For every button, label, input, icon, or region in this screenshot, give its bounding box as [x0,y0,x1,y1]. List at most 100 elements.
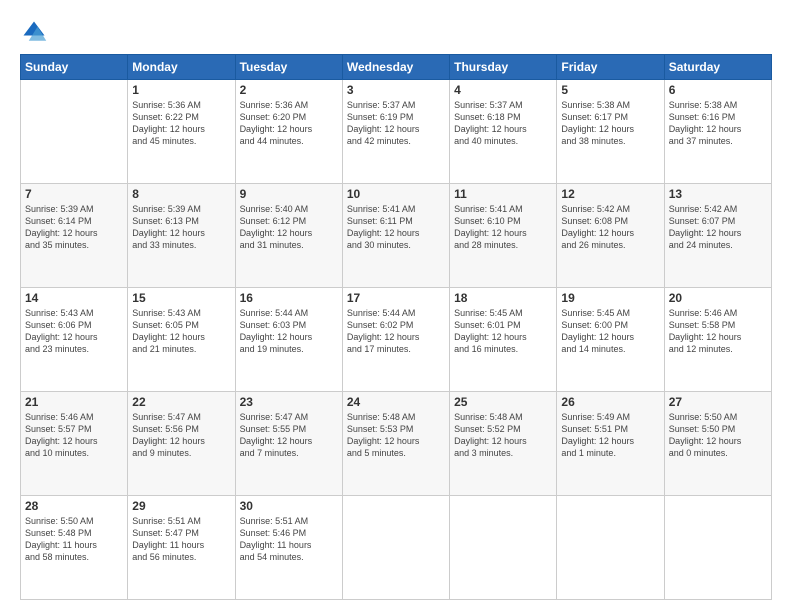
day-number: 18 [454,291,552,305]
calendar-cell: 22 Sunrise: 5:47 AM Sunset: 5:56 PM Dayli… [128,392,235,496]
day-number: 1 [132,83,230,97]
day-info: Sunrise: 5:42 AM Sunset: 6:08 PM Dayligh… [561,203,659,252]
header [20,18,772,46]
day-info: Sunrise: 5:51 AM Sunset: 5:46 PM Dayligh… [240,515,338,564]
weekday-header-tuesday: Tuesday [235,55,342,80]
weekday-header-thursday: Thursday [450,55,557,80]
day-info: Sunrise: 5:46 AM Sunset: 5:58 PM Dayligh… [669,307,767,356]
calendar-cell: 19 Sunrise: 5:45 AM Sunset: 6:00 PM Dayli… [557,288,664,392]
day-info: Sunrise: 5:44 AM Sunset: 6:03 PM Dayligh… [240,307,338,356]
day-number: 11 [454,187,552,201]
calendar-cell: 30 Sunrise: 5:51 AM Sunset: 5:46 PM Dayli… [235,496,342,600]
day-number: 13 [669,187,767,201]
day-number: 4 [454,83,552,97]
calendar-week-row: 7 Sunrise: 5:39 AM Sunset: 6:14 PM Daylig… [21,184,772,288]
calendar-cell: 23 Sunrise: 5:47 AM Sunset: 5:55 PM Dayli… [235,392,342,496]
day-number: 28 [25,499,123,513]
calendar-cell [450,496,557,600]
calendar-cell [664,496,771,600]
day-number: 22 [132,395,230,409]
day-info: Sunrise: 5:48 AM Sunset: 5:53 PM Dayligh… [347,411,445,460]
weekday-header-friday: Friday [557,55,664,80]
day-number: 29 [132,499,230,513]
day-number: 20 [669,291,767,305]
calendar-cell: 18 Sunrise: 5:45 AM Sunset: 6:01 PM Dayli… [450,288,557,392]
day-info: Sunrise: 5:47 AM Sunset: 5:56 PM Dayligh… [132,411,230,460]
day-number: 10 [347,187,445,201]
day-info: Sunrise: 5:44 AM Sunset: 6:02 PM Dayligh… [347,307,445,356]
calendar-cell: 17 Sunrise: 5:44 AM Sunset: 6:02 PM Dayli… [342,288,449,392]
day-info: Sunrise: 5:45 AM Sunset: 6:00 PM Dayligh… [561,307,659,356]
day-info: Sunrise: 5:51 AM Sunset: 5:47 PM Dayligh… [132,515,230,564]
day-info: Sunrise: 5:36 AM Sunset: 6:20 PM Dayligh… [240,99,338,148]
calendar-cell [557,496,664,600]
calendar-cell: 9 Sunrise: 5:40 AM Sunset: 6:12 PM Daylig… [235,184,342,288]
calendar-cell: 1 Sunrise: 5:36 AM Sunset: 6:22 PM Daylig… [128,80,235,184]
day-number: 19 [561,291,659,305]
day-info: Sunrise: 5:46 AM Sunset: 5:57 PM Dayligh… [25,411,123,460]
calendar-cell: 27 Sunrise: 5:50 AM Sunset: 5:50 PM Dayli… [664,392,771,496]
calendar-cell: 11 Sunrise: 5:41 AM Sunset: 6:10 PM Dayli… [450,184,557,288]
day-info: Sunrise: 5:41 AM Sunset: 6:10 PM Dayligh… [454,203,552,252]
calendar-cell: 26Sunrise: 5:49 AM Sunset: 5:51 PM Dayli… [557,392,664,496]
calendar-cell: 6Sunrise: 5:38 AM Sunset: 6:16 PM Daylig… [664,80,771,184]
logo-icon [20,18,48,46]
calendar-cell: 7 Sunrise: 5:39 AM Sunset: 6:14 PM Daylig… [21,184,128,288]
day-info: Sunrise: 5:39 AM Sunset: 6:14 PM Dayligh… [25,203,123,252]
calendar-cell: 3Sunrise: 5:37 AM Sunset: 6:19 PM Daylig… [342,80,449,184]
weekday-header-monday: Monday [128,55,235,80]
day-info: Sunrise: 5:38 AM Sunset: 6:17 PM Dayligh… [561,99,659,148]
calendar-cell [21,80,128,184]
day-number: 26 [561,395,659,409]
calendar-week-row: 14 Sunrise: 5:43 AM Sunset: 6:06 PM Dayli… [21,288,772,392]
calendar-cell: 2 Sunrise: 5:36 AM Sunset: 6:20 PM Daylig… [235,80,342,184]
day-number: 14 [25,291,123,305]
calendar-table: SundayMondayTuesdayWednesdayThursdayFrid… [20,54,772,600]
day-info: Sunrise: 5:50 AM Sunset: 5:50 PM Dayligh… [669,411,767,460]
calendar-cell: 15Sunrise: 5:43 AM Sunset: 6:05 PM Dayli… [128,288,235,392]
day-info: Sunrise: 5:50 AM Sunset: 5:48 PM Dayligh… [25,515,123,564]
day-info: Sunrise: 5:41 AM Sunset: 6:11 PM Dayligh… [347,203,445,252]
day-info: Sunrise: 5:38 AM Sunset: 6:16 PM Dayligh… [669,99,767,148]
weekday-header-saturday: Saturday [664,55,771,80]
day-info: Sunrise: 5:42 AM Sunset: 6:07 PM Dayligh… [669,203,767,252]
day-number: 2 [240,83,338,97]
calendar-cell: 16 Sunrise: 5:44 AM Sunset: 6:03 PM Dayli… [235,288,342,392]
day-number: 9 [240,187,338,201]
calendar-cell: 4 Sunrise: 5:37 AM Sunset: 6:18 PM Daylig… [450,80,557,184]
day-number: 21 [25,395,123,409]
calendar-cell: 8 Sunrise: 5:39 AM Sunset: 6:13 PM Daylig… [128,184,235,288]
calendar-cell: 13 Sunrise: 5:42 AM Sunset: 6:07 PM Dayli… [664,184,771,288]
calendar-cell: 28 Sunrise: 5:50 AM Sunset: 5:48 PM Dayli… [21,496,128,600]
calendar-cell: 21 Sunrise: 5:46 AM Sunset: 5:57 PM Dayli… [21,392,128,496]
day-info: Sunrise: 5:36 AM Sunset: 6:22 PM Dayligh… [132,99,230,148]
day-number: 16 [240,291,338,305]
calendar-week-row: 21 Sunrise: 5:46 AM Sunset: 5:57 PM Dayli… [21,392,772,496]
calendar-cell: 12 Sunrise: 5:42 AM Sunset: 6:08 PM Dayli… [557,184,664,288]
day-info: Sunrise: 5:39 AM Sunset: 6:13 PM Dayligh… [132,203,230,252]
day-info: Sunrise: 5:40 AM Sunset: 6:12 PM Dayligh… [240,203,338,252]
day-number: 12 [561,187,659,201]
day-info: Sunrise: 5:47 AM Sunset: 5:55 PM Dayligh… [240,411,338,460]
page: SundayMondayTuesdayWednesdayThursdayFrid… [0,0,792,612]
weekday-header-sunday: Sunday [21,55,128,80]
day-info: Sunrise: 5:43 AM Sunset: 6:06 PM Dayligh… [25,307,123,356]
day-info: Sunrise: 5:48 AM Sunset: 5:52 PM Dayligh… [454,411,552,460]
calendar-cell: 10 Sunrise: 5:41 AM Sunset: 6:11 PM Dayli… [342,184,449,288]
calendar-cell: 29 Sunrise: 5:51 AM Sunset: 5:47 PM Dayli… [128,496,235,600]
day-number: 8 [132,187,230,201]
calendar-cell [342,496,449,600]
day-number: 24 [347,395,445,409]
day-info: Sunrise: 5:45 AM Sunset: 6:01 PM Dayligh… [454,307,552,356]
day-number: 30 [240,499,338,513]
day-info: Sunrise: 5:37 AM Sunset: 6:18 PM Dayligh… [454,99,552,148]
day-info: Sunrise: 5:37 AM Sunset: 6:19 PM Dayligh… [347,99,445,148]
day-number: 7 [25,187,123,201]
day-number: 23 [240,395,338,409]
calendar-week-row: 1 Sunrise: 5:36 AM Sunset: 6:22 PM Daylig… [21,80,772,184]
day-number: 17 [347,291,445,305]
calendar-cell: 14 Sunrise: 5:43 AM Sunset: 6:06 PM Dayli… [21,288,128,392]
calendar-week-row: 28 Sunrise: 5:50 AM Sunset: 5:48 PM Dayli… [21,496,772,600]
weekday-header-row: SundayMondayTuesdayWednesdayThursdayFrid… [21,55,772,80]
day-number: 27 [669,395,767,409]
